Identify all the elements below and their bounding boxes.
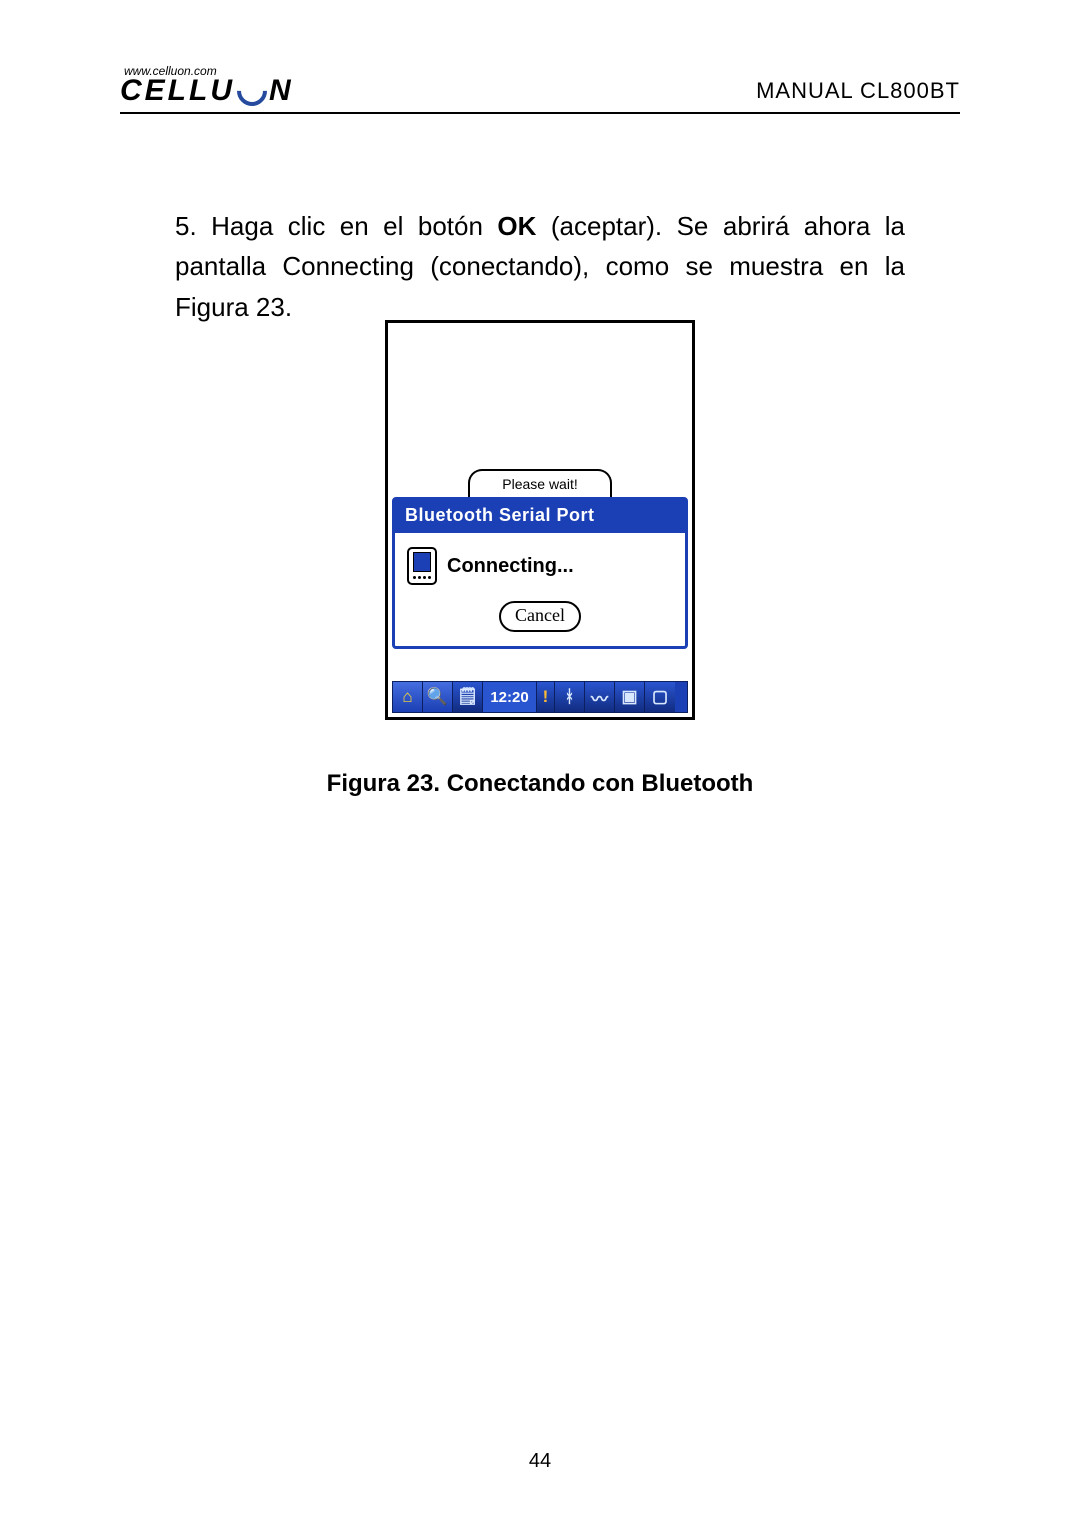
brand-text-right: N xyxy=(269,76,294,106)
step-text-a: Haga clic en el botón xyxy=(197,211,498,241)
search-icon[interactable]: 🔍 xyxy=(423,682,453,712)
brand-text-left: CELLU xyxy=(120,76,235,106)
pda-device-icon xyxy=(407,547,437,585)
dialog-title: Bluetooth Serial Port xyxy=(405,505,595,525)
dialog-body: Connecting... xyxy=(395,533,685,591)
brand-o-icon xyxy=(231,70,273,112)
home-icon[interactable]: ⌂ xyxy=(393,682,423,712)
dialog-actions: Cancel xyxy=(395,591,685,646)
brand-wordmark: CELLU N xyxy=(120,76,294,106)
manual-title: MANUAL CL800BT xyxy=(756,78,960,104)
brand-logo: www.celluon.com CELLU N xyxy=(120,64,294,106)
step-number: 5. xyxy=(175,211,197,241)
cancel-button[interactable]: Cancel xyxy=(499,601,581,632)
step-text-bold-ok: OK xyxy=(497,211,536,241)
figure-caption: Figura 23. Conectando con Bluetooth xyxy=(0,770,1080,798)
clipboard-icon[interactable]: 🗒 xyxy=(453,682,483,712)
page-number: 44 xyxy=(0,1450,1080,1473)
bluetooth-icon[interactable]: ᚼ xyxy=(555,682,585,712)
page-header: www.celluon.com CELLU N MANUAL CL800BT xyxy=(120,60,960,114)
background-dialog: Please wait! xyxy=(468,469,612,499)
figure-23: Please wait! Bluetooth Serial Port Conne… xyxy=(385,320,695,720)
alert-icon[interactable]: ! xyxy=(537,682,555,712)
bluetooth-dialog: Bluetooth Serial Port Connecting... Canc… xyxy=(392,497,688,649)
device-screen-frame: Please wait! Bluetooth Serial Port Conne… xyxy=(385,320,695,720)
background-dialog-text: Please wait! xyxy=(502,476,577,492)
device-icon[interactable]: ▣ xyxy=(615,682,645,712)
sip-icon[interactable]: ▢ xyxy=(645,682,675,712)
signal-icon[interactable]: 〰 xyxy=(585,682,615,712)
connecting-label: Connecting... xyxy=(447,555,574,578)
instruction-step-5: 5. Haga clic en el botón OK (aceptar). S… xyxy=(175,206,905,327)
device-taskbar: ⌂ 🔍 🗒 12:20 ! ᚼ 〰 ▣ ▢ xyxy=(392,681,688,713)
dialog-titlebar: Bluetooth Serial Port xyxy=(395,500,685,533)
taskbar-clock[interactable]: 12:20 xyxy=(483,682,537,712)
